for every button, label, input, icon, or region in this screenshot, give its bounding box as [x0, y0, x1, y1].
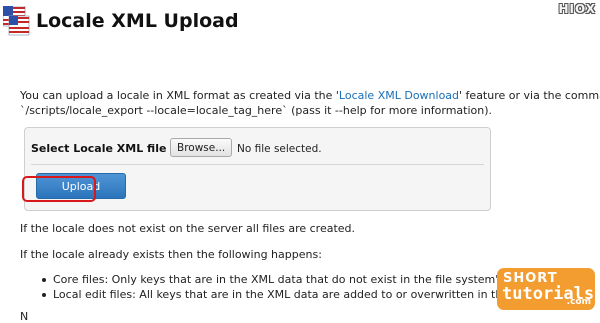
- browse-button[interactable]: Browse...: [170, 138, 233, 157]
- page-title: Locale XML Upload: [36, 10, 239, 32]
- intro-line-1-start: You can upload a locale in XML format as…: [20, 89, 339, 102]
- upload-button[interactable]: Upload: [36, 173, 126, 199]
- intro-line-1-end: ' feature or via the command: [459, 89, 600, 102]
- upload-form-panel: Select Locale XML file Browse... No file…: [24, 127, 491, 211]
- list-item-core-files: Core files: Only keys that are in the XM…: [40, 272, 514, 287]
- short-tutorials-logo: SHORT tutorials .com: [497, 268, 595, 310]
- note-locale-not-exist: If the locale does not exist on the serv…: [20, 222, 356, 235]
- panel-divider: [31, 164, 484, 165]
- file-field-label: Select Locale XML file: [31, 142, 167, 155]
- list-item-local-edit-files: Local edit files: All keys that are in t…: [40, 287, 514, 302]
- file-status-text: No file selected.: [237, 143, 322, 155]
- intro-text: You can upload a locale in XML format as…: [20, 88, 600, 118]
- hiox-watermark: HIOX: [558, 2, 596, 16]
- locale-flag-icon: [3, 6, 30, 36]
- behavior-list: Core files: Only keys that are in the XM…: [40, 272, 514, 302]
- locale-xml-download-link[interactable]: Locale XML Download: [339, 89, 459, 102]
- note-locale-exists: If the locale already exists then the fo…: [20, 248, 322, 261]
- intro-line-1: You can upload a locale in XML format as…: [20, 88, 600, 103]
- intro-line-2: `/scripts/locale_export --locale=locale_…: [20, 104, 493, 117]
- logo-tld-text: .com: [566, 297, 591, 307]
